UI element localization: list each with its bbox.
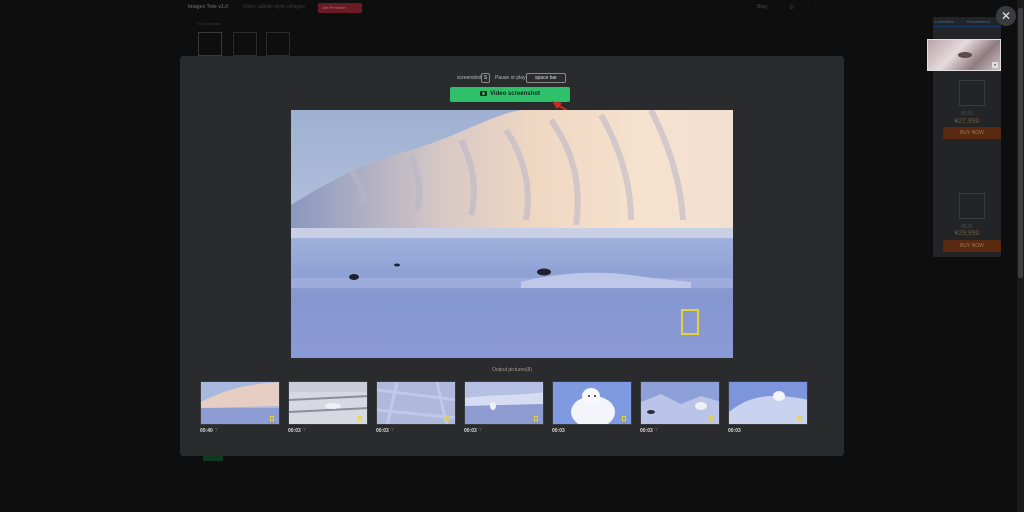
help-icon: ? [654, 428, 658, 434]
tool-selection-label: Tool selection [197, 21, 222, 26]
camera-icon [480, 90, 488, 96]
thumbnail-timestamp: 00:03 [728, 428, 741, 434]
output-thumbnail[interactable] [200, 381, 280, 425]
video-screenshot-label: Video screenshot [490, 91, 540, 97]
ad-panel: Lubricants Recommend ▾ MUJI ¥27,990 BUY … [927, 17, 1001, 257]
ad-buy-button[interactable]: BUY NOW [943, 240, 1001, 252]
help-icon: ? [302, 428, 306, 434]
thumbnail-timestamp: 00:03? [288, 428, 306, 434]
tool-video-icon [198, 32, 222, 56]
ad-buy-button[interactable]: BUY NOW [943, 127, 1001, 139]
thumbnail-image [729, 382, 807, 424]
page: Images Tote v1.0 Video subtitle style co… [0, 0, 1024, 512]
thumbnail-image [553, 382, 631, 424]
ad-video-thumbnail[interactable]: ▾ [927, 39, 1001, 71]
ng-logo-icon [358, 416, 362, 421]
help-icon: ? [390, 428, 394, 434]
ng-logo-icon [710, 416, 714, 421]
pause-key: space bar [526, 73, 566, 83]
pause-shortcut-label: Pause or play [495, 75, 526, 81]
output-thumbnail[interactable] [640, 381, 720, 425]
screenshot-key: S [481, 73, 490, 83]
thumbnail-timestamp: 00:03? [376, 428, 394, 434]
ad-product-image[interactable] [959, 193, 985, 219]
close-modal-button[interactable]: ✕ [996, 6, 1016, 26]
output-thumbnail[interactable] [288, 381, 368, 425]
thumbnail-timestamp: 00:03? [640, 428, 658, 434]
output-thumbnail[interactable] [552, 381, 632, 425]
thumbnail-timestamp: 00:03 [552, 428, 565, 434]
app-brand: Images Tote v1.0 [188, 4, 228, 10]
ad-tab-recommend[interactable]: Recommend [967, 19, 990, 24]
ad-tab-lubricants[interactable]: Lubricants [935, 19, 953, 24]
thumbnail-timestamp: 00:03? [464, 428, 482, 434]
ng-logo-icon [534, 416, 538, 421]
output-thumbnail[interactable] [464, 381, 544, 425]
scrollbar-thumb[interactable] [1018, 8, 1023, 278]
help-icon: ? [478, 428, 482, 434]
shortcut-hints: screenshot S Pause or play space bar [180, 73, 844, 83]
ng-logo-icon [622, 416, 626, 421]
help-icon: ? [214, 428, 218, 434]
thumbnail-image [465, 382, 543, 424]
screenshot-shortcut-label: screenshot [457, 75, 482, 81]
ad-tabs: Lubricants Recommend [933, 17, 1001, 27]
ng-logo-icon [446, 416, 450, 421]
video-frame-image [291, 110, 733, 358]
ng-logo-icon [270, 416, 274, 421]
settings-icon: ⚙ [789, 5, 795, 11]
thumbnail-image [641, 382, 719, 424]
screenshot-modal: screenshot S Pause or play space bar Vid… [180, 56, 844, 456]
more-icon: ⋮ [813, 5, 819, 11]
output-thumbnail[interactable] [728, 381, 808, 425]
thumbnail-timestamp: 00:40? [200, 428, 218, 434]
ad-face-image [958, 52, 972, 58]
app-tagline: Video subtitle style collagen [243, 4, 305, 10]
video-player[interactable] [291, 110, 733, 358]
thumbnail-image [289, 382, 367, 424]
thumbnail-image [377, 382, 455, 424]
ad-collapse-icon[interactable]: ▾ [992, 62, 998, 68]
premium-badge: Get Premium [318, 3, 362, 13]
thumbnail-image [201, 382, 279, 424]
ad-product-price: ¥29,990 [954, 230, 980, 237]
ng-logo-icon [798, 416, 802, 421]
output-thumbnail[interactable] [376, 381, 456, 425]
ad-product-brand: MUJI [961, 111, 973, 117]
ad-product-image[interactable] [959, 80, 985, 106]
background-header: Images Tote v1.0 Video subtitle style co… [0, 0, 1024, 18]
tool-layout-icon [266, 32, 290, 56]
ad-product-price: ¥27,990 [954, 118, 980, 125]
tool-grid-icon [233, 32, 257, 56]
output-pictures-label: Output pictures(8) [491, 367, 533, 373]
blog-link: Blog [757, 4, 768, 10]
